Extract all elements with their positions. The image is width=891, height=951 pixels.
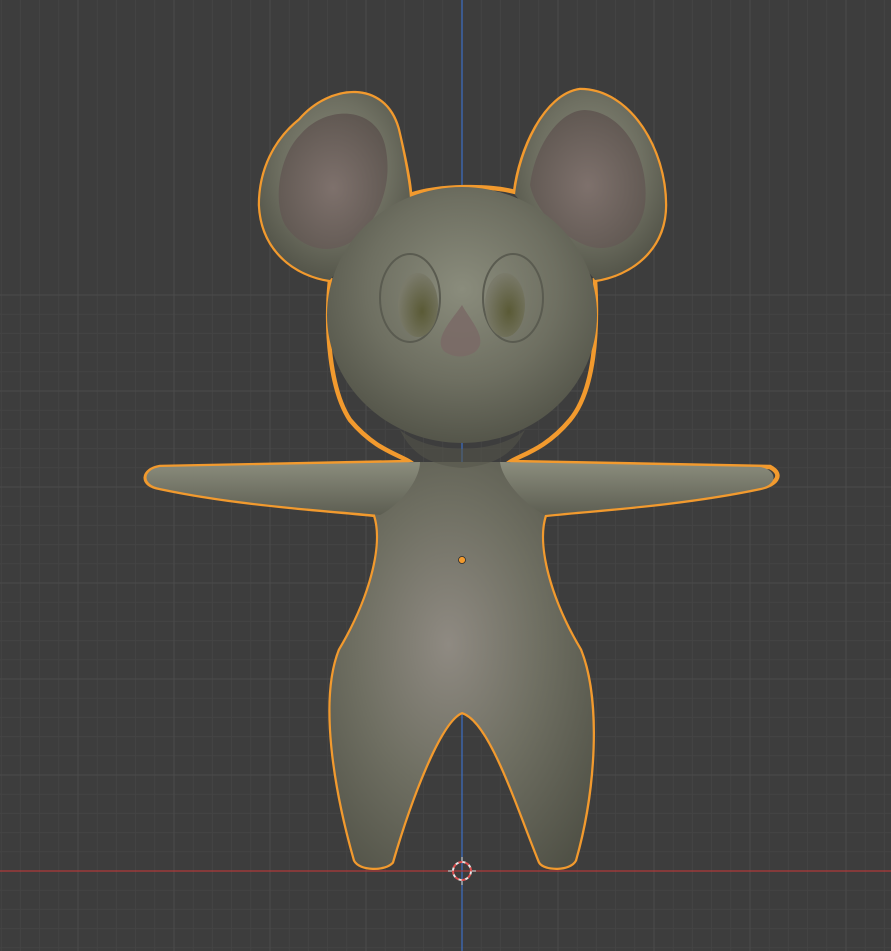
viewport-canvas[interactable] — [0, 0, 891, 951]
left-eye — [398, 273, 438, 337]
object-origin-icon[interactable] — [458, 556, 466, 564]
3d-viewport[interactable] — [0, 0, 891, 951]
right-eye — [485, 273, 525, 337]
